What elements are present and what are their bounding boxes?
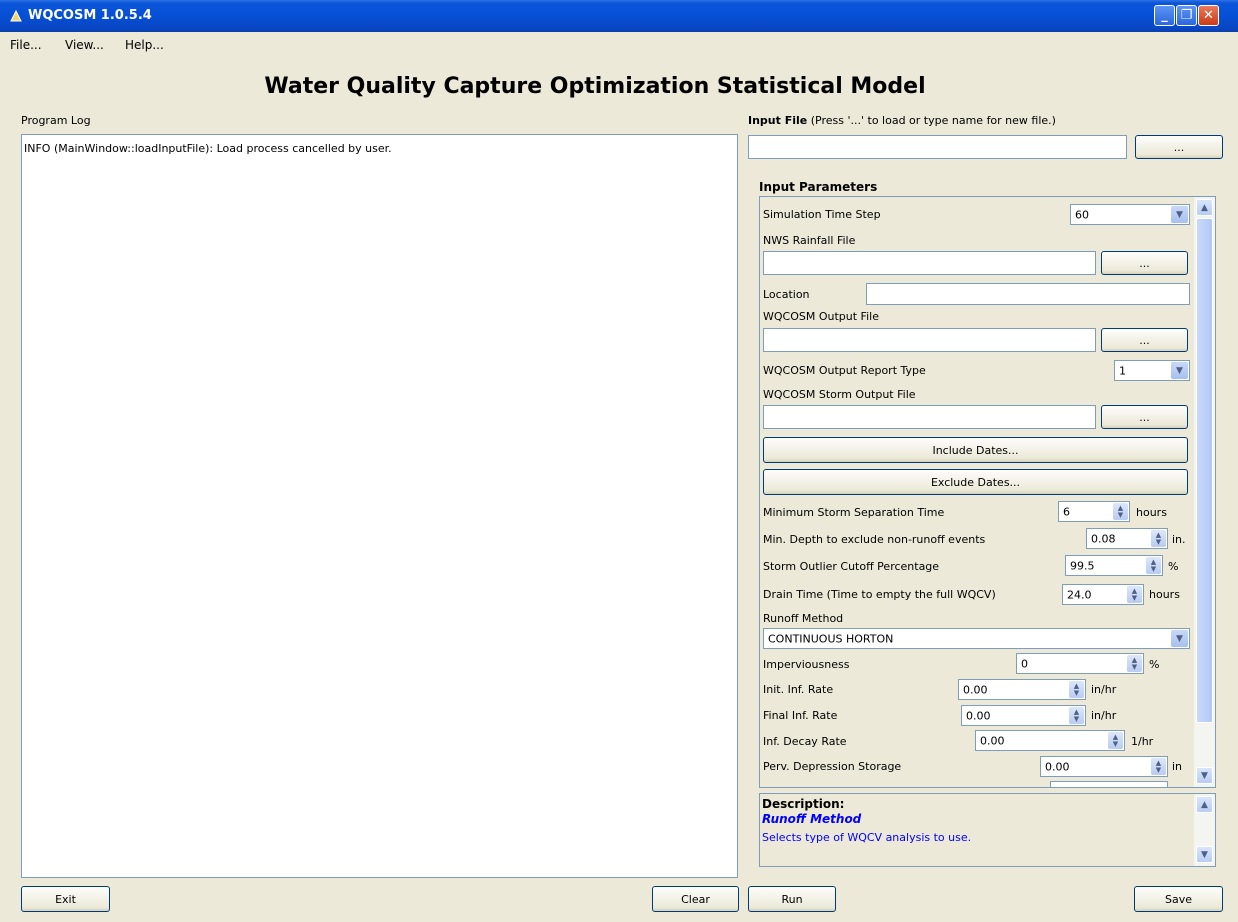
input-file-hint: (Press '...' to load or type name for ne…: [810, 114, 1056, 127]
window-title: WQCOSM 1.0.5.4: [28, 8, 152, 23]
spin-arrows-icon[interactable]: ▲ ▼: [1069, 707, 1084, 724]
desc-scroll-down-button[interactable]: ▼: [1196, 846, 1213, 863]
include-dates-button[interactable]: Include Dates...: [763, 437, 1188, 463]
inf-decay-rate-label: Inf. Decay Rate: [763, 735, 847, 748]
menu-file[interactable]: File...: [10, 38, 42, 52]
input-file-label: Input File (Press '...' to load or type …: [748, 114, 1056, 127]
imperviousness-spinbox[interactable]: 0 ▲ ▼: [1016, 653, 1144, 674]
exit-button[interactable]: Exit: [21, 886, 110, 912]
restore-icon: ❐: [1180, 8, 1193, 23]
scroll-thumb[interactable]: [1196, 218, 1213, 723]
location-label: Location: [763, 288, 810, 301]
sim-time-step-label: Simulation Time Step: [763, 208, 881, 221]
input-file-field[interactable]: [748, 135, 1127, 159]
min-storm-sep-spinbox[interactable]: 6 ▲ ▼: [1058, 501, 1130, 522]
title-bar: [0, 0, 1238, 32]
perv-depression-unit: in: [1172, 760, 1183, 773]
min-depth-unit: in.: [1172, 533, 1186, 546]
drain-time-unit: hours: [1149, 588, 1180, 601]
sim-time-step-combo[interactable]: 60 ▼: [1070, 204, 1190, 225]
spin-arrows-icon[interactable]: ▲ ▼: [1127, 655, 1142, 672]
nws-rainfall-field[interactable]: [763, 251, 1096, 275]
run-button[interactable]: Run: [748, 886, 836, 912]
desc-scroll-up-button[interactable]: ▲: [1196, 796, 1213, 813]
minimize-button[interactable]: _: [1154, 5, 1175, 26]
location-field[interactable]: [866, 283, 1190, 305]
chevron-down-icon: ▼: [1201, 770, 1208, 781]
outlier-cutoff-unit: %: [1168, 560, 1179, 573]
input-file-browse-button[interactable]: ...: [1135, 135, 1223, 159]
restore-button[interactable]: ❐: [1176, 5, 1197, 26]
scroll-up-button[interactable]: ▲: [1196, 199, 1213, 216]
description-scrollbar[interactable]: ▲ ▼: [1194, 794, 1215, 866]
init-inf-rate-spinbox[interactable]: 0.00 ▲ ▼: [958, 679, 1086, 700]
description-header: Description:: [762, 797, 845, 811]
chevron-up-icon: ▲: [1201, 799, 1208, 810]
min-storm-sep-unit: hours: [1136, 506, 1167, 519]
close-button[interactable]: ✕: [1198, 5, 1219, 26]
min-depth-spinbox[interactable]: 0.08 ▲ ▼: [1086, 528, 1168, 549]
min-depth-label: Min. Depth to exclude non-runoff events: [763, 533, 986, 546]
input-file-title: Input File: [748, 114, 808, 127]
init-inf-rate-label: Init. Inf. Rate: [763, 683, 834, 696]
report-type-label: WQCOSM Output Report Type: [763, 364, 926, 377]
output-file-browse-button[interactable]: ...: [1101, 328, 1188, 352]
drain-time-spinbox[interactable]: 24.0 ▲ ▼: [1062, 584, 1144, 605]
log-line: INFO (MainWindow::loadInputFile): Load p…: [24, 142, 392, 155]
nws-rainfall-label: NWS Rainfall File: [763, 234, 856, 247]
imperviousness-label: Imperviousness: [763, 658, 850, 671]
chevron-down-icon: ▼: [1171, 630, 1188, 647]
imperviousness-unit: %: [1149, 658, 1160, 671]
program-log[interactable]: [21, 134, 738, 878]
program-log-label: Program Log: [21, 114, 91, 127]
save-button[interactable]: Save: [1134, 886, 1223, 912]
chevron-down-icon: ▼: [1171, 362, 1188, 379]
inf-decay-rate-spinbox[interactable]: 0.00 ▲ ▼: [975, 730, 1125, 751]
exclude-dates-button[interactable]: Exclude Dates...: [763, 469, 1188, 495]
partial-spinbox: [1050, 781, 1168, 787]
spin-arrows-icon[interactable]: ▲ ▼: [1113, 503, 1128, 520]
perv-depression-label: Perv. Depression Storage: [763, 760, 902, 773]
report-type-combo[interactable]: 1 ▼: [1114, 360, 1190, 381]
chevron-up-icon: ▲: [1201, 202, 1208, 213]
chevron-down-icon: ▼: [1201, 849, 1208, 860]
clear-button[interactable]: Clear: [652, 886, 739, 912]
output-file-field[interactable]: [763, 328, 1096, 352]
minimize-icon: _: [1161, 8, 1168, 23]
spin-arrows-icon[interactable]: ▲ ▼: [1146, 557, 1161, 574]
outlier-cutoff-label: Storm Outlier Cutoff Percentage: [763, 560, 940, 573]
storm-output-label: WQCOSM Storm Output File: [763, 388, 916, 401]
params-scrollbar[interactable]: ▲ ▼: [1194, 197, 1215, 787]
close-icon: ✕: [1203, 8, 1214, 23]
outlier-cutoff-spinbox[interactable]: 99.5 ▲ ▼: [1065, 555, 1163, 576]
storm-output-field[interactable]: [763, 405, 1096, 429]
chevron-down-icon: ▼: [1171, 206, 1188, 223]
spin-arrows-icon[interactable]: ▲ ▼: [1151, 758, 1166, 775]
min-storm-sep-label: Minimum Storm Separation Time: [763, 506, 945, 519]
menu-help[interactable]: Help...: [125, 38, 164, 52]
menu-view[interactable]: View...: [65, 38, 104, 52]
description-title: Runoff Method: [762, 812, 862, 826]
app-icon: [10, 9, 22, 22]
perv-depression-spinbox[interactable]: 0.00 ▲ ▼: [1040, 756, 1168, 777]
page-title: Water Quality Capture Optimization Stati…: [264, 74, 926, 99]
final-inf-rate-label: Final Inf. Rate: [763, 709, 838, 722]
runoff-method-combo[interactable]: CONTINUOUS HORTON ▼: [763, 628, 1190, 649]
runoff-method-label: Runoff Method: [763, 612, 844, 625]
spin-arrows-icon[interactable]: ▲ ▼: [1151, 530, 1166, 547]
nws-rainfall-browse-button[interactable]: ...: [1101, 251, 1188, 275]
spin-arrows-icon[interactable]: ▲ ▼: [1108, 732, 1123, 749]
spin-arrows-icon[interactable]: ▲ ▼: [1127, 586, 1142, 603]
spin-arrows-icon[interactable]: ▲ ▼: [1069, 681, 1084, 698]
output-file-label: WQCOSM Output File: [763, 310, 879, 323]
inf-decay-rate-unit: 1/hr: [1131, 735, 1154, 748]
scroll-down-button[interactable]: ▼: [1196, 767, 1213, 784]
final-inf-rate-spinbox[interactable]: 0.00 ▲ ▼: [961, 705, 1086, 726]
drain-time-label: Drain Time (Time to empty the full WQCV): [763, 588, 996, 601]
storm-output-browse-button[interactable]: ...: [1101, 405, 1188, 429]
final-inf-rate-unit: in/hr: [1091, 709, 1117, 722]
description-text: Selects type of WQCV analysis to use.: [762, 831, 972, 844]
init-inf-rate-unit: in/hr: [1091, 683, 1117, 696]
input-parameters-header: Input Parameters: [759, 180, 878, 194]
